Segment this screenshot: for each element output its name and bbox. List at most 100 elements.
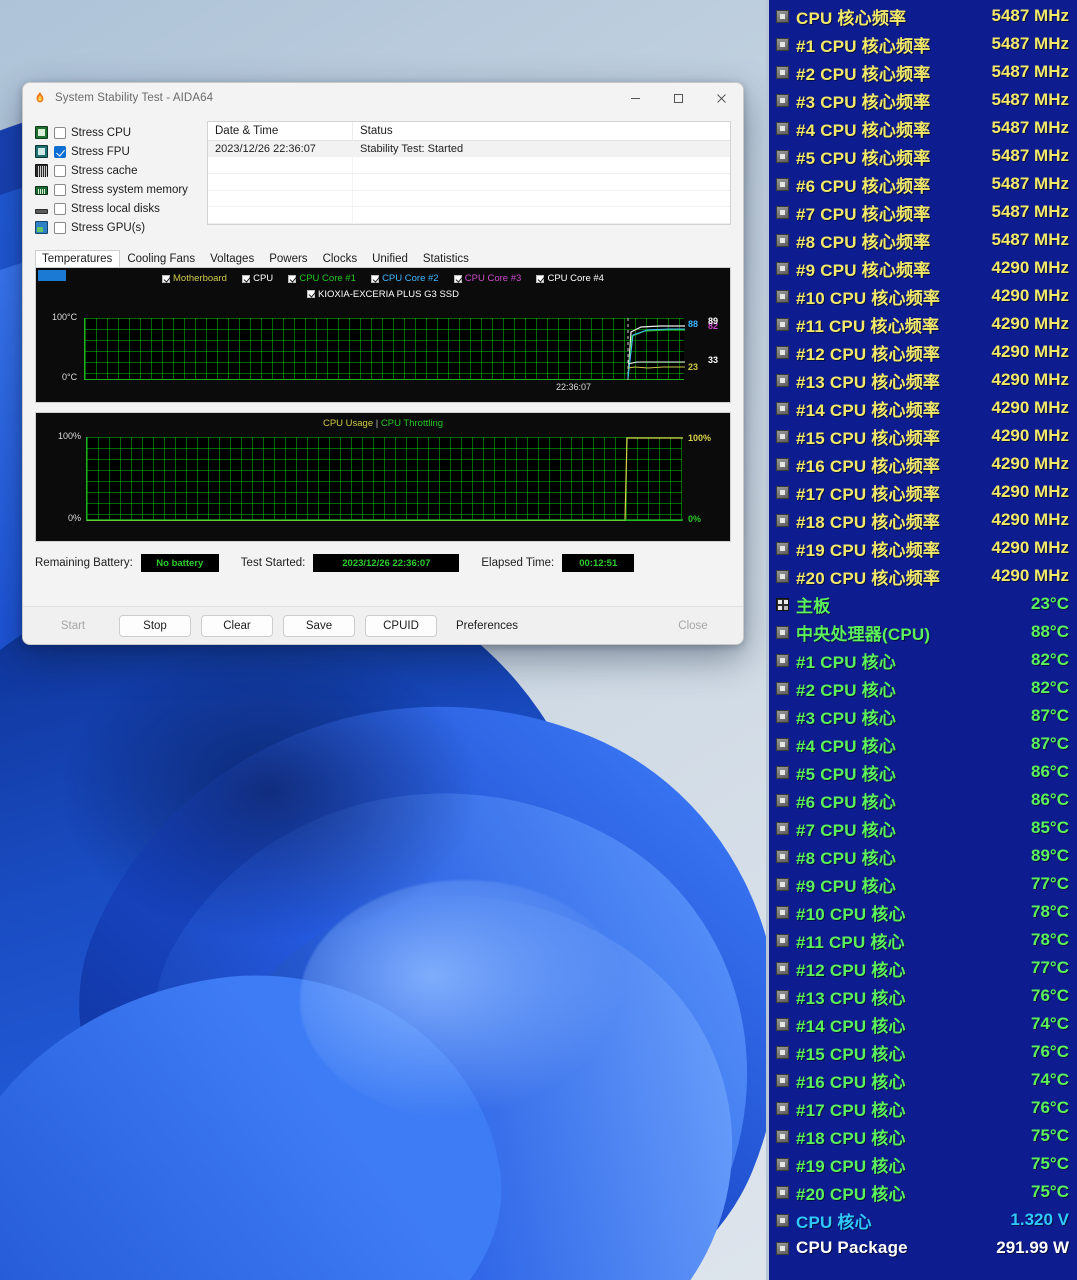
legend-item-cpu-core-1[interactable]: CPU Core #1 xyxy=(288,272,356,285)
sensor-name: #15 CPU 核心 xyxy=(796,1044,906,1064)
sensor-row: #9 CPU 核心频率 4290 MHz xyxy=(769,254,1077,282)
window-controls[interactable] xyxy=(614,83,743,113)
maximize-button[interactable] xyxy=(657,83,700,113)
sensor-value: 76°C xyxy=(1031,986,1069,1005)
sensor-value: 78°C xyxy=(1031,930,1069,949)
button-bar[interactable]: Start Stop Clear Save CPUID Preferences … xyxy=(23,606,743,644)
stress-option-memory[interactable]: Stress system memory xyxy=(35,180,195,199)
cpu-chip-icon xyxy=(776,1073,789,1087)
table-row[interactable] xyxy=(208,207,730,224)
legend-checkbox[interactable] xyxy=(536,274,545,283)
stress-cpu-checkbox[interactable] xyxy=(54,126,66,139)
sensor-row: #16 CPU 核心 74°C xyxy=(769,1066,1077,1094)
legend-checkbox[interactable] xyxy=(242,274,251,283)
sensor-value: 4290 MHz xyxy=(991,314,1069,333)
cpu-chip-icon xyxy=(776,821,789,835)
sensor-value: 85°C xyxy=(1031,818,1069,837)
sensor-value: 5487 MHz xyxy=(991,202,1069,221)
flame-icon xyxy=(33,91,47,105)
cpu-chip-icon xyxy=(776,289,789,303)
cpu-chip-icon xyxy=(776,429,789,443)
cpuid-button[interactable]: CPUID xyxy=(365,614,437,637)
legend-checkbox[interactable] xyxy=(288,274,297,283)
cpu-chip-icon xyxy=(776,1213,789,1227)
tab-powers[interactable]: Powers xyxy=(262,250,315,267)
temperature-legend-row-1[interactable]: Motherboard CPU CPU Core #1 CPU Core #2 … xyxy=(36,268,730,287)
tab-unified[interactable]: Unified xyxy=(365,250,416,267)
stop-button[interactable]: Stop xyxy=(119,614,191,637)
legend-item-motherboard[interactable]: Motherboard xyxy=(162,272,227,285)
stress-cache-checkbox[interactable] xyxy=(54,164,66,177)
cpu-chip-icon xyxy=(776,1185,789,1199)
sensor-row: #2 CPU 核心 82°C xyxy=(769,674,1077,702)
sensor-value: 87°C xyxy=(1031,734,1069,753)
legend-item-cpu-core-4[interactable]: CPU Core #4 xyxy=(536,272,604,285)
stress-option-cpu[interactable]: Stress CPU xyxy=(35,123,195,142)
legend-checkbox[interactable] xyxy=(371,274,380,283)
sensor-name: #14 CPU 核心 xyxy=(796,1016,906,1036)
usage-title-cpu-throttling: CPU Throttling xyxy=(380,418,444,429)
aida64-stability-test-window[interactable]: System Stability Test - AIDA64 Stress CP… xyxy=(22,82,744,645)
stress-option-fpu[interactable]: Stress FPU xyxy=(35,142,195,161)
table-row[interactable] xyxy=(208,190,730,208)
temperature-graph-panel[interactable]: Motherboard CPU CPU Core #1 CPU Core #2 … xyxy=(35,267,731,403)
stress-option-disks[interactable]: Stress local disks xyxy=(35,199,195,218)
stress-fpu-label: Stress FPU xyxy=(71,145,130,158)
sensor-name: #2 CPU 核心 xyxy=(796,680,897,700)
temp-value-label-33: 33 xyxy=(708,355,719,365)
stress-option-gpu[interactable]: Stress GPU(s) xyxy=(35,218,195,237)
minimize-button[interactable] xyxy=(614,83,657,113)
sensor-row: #6 CPU 核心 86°C xyxy=(769,786,1077,814)
stress-memory-checkbox[interactable] xyxy=(54,183,66,196)
sensor-name: #14 CPU 核心频率 xyxy=(796,400,941,420)
stress-gpu-checkbox[interactable] xyxy=(54,221,66,234)
legend-item-cpu[interactable]: CPU xyxy=(242,272,273,285)
stress-disks-checkbox[interactable] xyxy=(54,202,66,215)
temperature-legend-row-2[interactable]: KIOXIA-EXCERIA PLUS G3 SSD xyxy=(36,287,730,303)
start-button[interactable]: Start xyxy=(37,615,109,637)
save-button[interactable]: Save xyxy=(283,614,355,637)
table-row[interactable]: 2023/12/26 22:36:07 Stability Test: Star… xyxy=(208,140,730,158)
status-log-table[interactable]: Date & Time Status 2023/12/26 22:36:07 S… xyxy=(207,121,731,225)
legend-item-ssd[interactable]: KIOXIA-EXCERIA PLUS G3 SSD xyxy=(307,288,459,301)
sensor-value: 78°C xyxy=(1031,902,1069,921)
tab-temperatures[interactable]: Temperatures xyxy=(35,250,121,268)
preferences-button[interactable]: Preferences xyxy=(447,615,527,637)
legend-checkbox[interactable] xyxy=(453,274,462,283)
sensor-name: #1 CPU 核心 xyxy=(796,652,897,672)
table-row[interactable] xyxy=(208,157,730,174)
memory-module-icon xyxy=(35,186,48,195)
sensor-row: #19 CPU 核心频率 4290 MHz xyxy=(769,534,1077,562)
sensor-row: #1 CPU 核心频率 5487 MHz xyxy=(769,30,1077,58)
close-dialog-button[interactable]: Close xyxy=(657,615,729,637)
table-row[interactable] xyxy=(208,173,730,191)
sensor-name: 主板 xyxy=(796,596,831,616)
tab-statistics[interactable]: Statistics xyxy=(416,250,477,267)
stress-fpu-checkbox[interactable] xyxy=(54,145,66,158)
sensor-name: #7 CPU 核心频率 xyxy=(796,204,931,224)
cpu-usage-graph-panel[interactable]: CPU Usage | CPU Throttling 100% 0% 100% … xyxy=(35,412,731,542)
legend-item-cpu-core-3[interactable]: CPU Core #3 xyxy=(453,272,521,285)
stress-options-list[interactable]: Stress CPU Stress FPU Stress cache Stres… xyxy=(35,121,195,237)
stress-option-cache[interactable]: Stress cache xyxy=(35,161,195,180)
close-button[interactable] xyxy=(700,83,743,113)
legend-checkbox[interactable] xyxy=(307,290,316,298)
window-titlebar[interactable]: System Stability Test - AIDA64 xyxy=(23,83,743,113)
legend-item-cpu-core-2[interactable]: CPU Core #2 xyxy=(371,272,439,285)
legend-checkbox[interactable] xyxy=(162,274,171,283)
tab-clocks[interactable]: Clocks xyxy=(316,250,366,267)
sensor-name: #20 CPU 核心 xyxy=(796,1184,906,1204)
battery-value: No battery xyxy=(140,554,219,572)
clear-button[interactable]: Clear xyxy=(201,614,273,637)
sensor-row: #13 CPU 核心频率 4290 MHz xyxy=(769,366,1077,394)
cpu-chip-icon xyxy=(776,849,789,863)
tab-voltages[interactable]: Voltages xyxy=(203,250,262,267)
aida64-sensor-osd-panel[interactable]: CPU 核心频率 5487 MHz #1 CPU 核心频率 5487 MHz #2 CP… xyxy=(766,0,1077,1280)
cpu-chip-icon xyxy=(776,93,789,107)
cpu-chip-icon xyxy=(776,625,789,639)
tab-bar[interactable]: Temperatures Cooling Fans Voltages Power… xyxy=(35,247,731,268)
cpu-chip-icon xyxy=(776,1017,789,1031)
legend-label: KIOXIA-EXCERIA PLUS G3 SSD xyxy=(318,288,459,300)
tab-cooling-fans[interactable]: Cooling Fans xyxy=(120,250,203,267)
graph-scroll-thumb[interactable] xyxy=(38,270,66,281)
